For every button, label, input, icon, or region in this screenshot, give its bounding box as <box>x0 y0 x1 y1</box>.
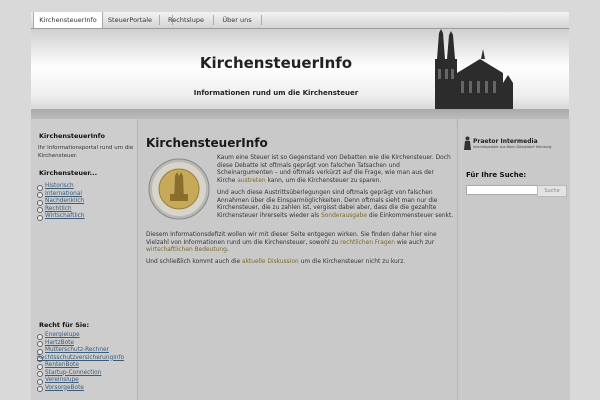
topic-link-rechtlich[interactable]: Rechtlich <box>45 206 72 212</box>
topic-link-nachdenklich[interactable]: Nachdenklich <box>45 198 84 204</box>
paragraph-austritt: Und auch diese Austrittsüberlegungen sin… <box>217 190 454 220</box>
text: die Einkommensteuer senkt. <box>368 212 454 219</box>
list-item: RentenBote <box>37 362 124 370</box>
paragraph-intro: Kaum eine Steuer ist so Gegenstand von D… <box>217 155 454 185</box>
site-title[interactable]: KirchensteuerInfo <box>171 54 381 72</box>
tab-kirchensteuerinfo[interactable]: KirchensteuerInfo <box>33 12 103 28</box>
site-subtitle: Informationen rund um die Kirchensteuer <box>193 89 359 97</box>
topic-link-international[interactable]: International <box>45 191 82 197</box>
topic-link-wirtschaftlich[interactable]: Wirtschaftlich <box>45 213 85 219</box>
link-rechtliche-fragen[interactable]: rechtlichen Fragen <box>340 240 395 246</box>
nav-separator <box>261 15 262 25</box>
list-item: Rechtlich <box>37 206 85 213</box>
link-austreten[interactable]: austreten <box>237 178 265 184</box>
bullet-icon <box>37 386 43 392</box>
text: . <box>226 247 229 254</box>
page-wrapper: KirchensteuerInfo SteuerPortale Rechtslu… <box>31 12 570 400</box>
tab-ueber-uns[interactable]: Über uns <box>213 12 261 28</box>
text: kann, um die Kirchensteuer zu sparen. <box>267 177 382 184</box>
sidebar-topics-heading: Kirchensteuer... <box>39 169 98 177</box>
list-item: Mutterschutz-Rechner <box>37 347 124 355</box>
main-title: KirchensteuerInfo <box>146 136 268 150</box>
law-link-hartzbote[interactable]: HartzBote <box>45 340 74 346</box>
law-link-vereinslupe[interactable]: Vereinslupe <box>45 377 79 383</box>
link-aktuelle-diskussion[interactable]: aktuelle Diskussion <box>242 259 299 265</box>
list-item: VorsorgeBote <box>37 385 124 392</box>
search-input[interactable] <box>466 185 538 195</box>
header-band <box>31 109 569 119</box>
law-link-rechtsschutz[interactable]: Rechtsschutzversicherunginfo <box>37 355 124 361</box>
text: um die Kirchensteuer nicht zu kurz. <box>300 259 406 265</box>
search-button[interactable]: Suche <box>537 185 567 197</box>
main-content: KirchensteuerInfo Kaum eine Steuer ist s… <box>138 119 456 400</box>
law-links-list: Energielupe HartzBote Mutterschutz-Rechn… <box>37 332 124 392</box>
topic-link-historisch[interactable]: Historisch <box>45 183 74 189</box>
sidebar-law-heading: Recht für Sie: <box>39 321 90 329</box>
sidebar-about-text: Ihr Informationsportal rund um die Kirch… <box>38 145 134 159</box>
list-item: Energielupe <box>37 332 124 340</box>
search-heading: Für Ihre Suche: <box>466 171 527 179</box>
law-link-rentenbote[interactable]: RentenBote <box>45 362 79 368</box>
paragraph-informationsdefizit: Diesem Informationsdefizit wollen wir mi… <box>146 232 454 255</box>
tab-steuerportale[interactable]: SteuerPortale <box>101 12 159 28</box>
list-item: Rechtsschutzversicherunginfo <box>37 355 124 363</box>
topics-list: Historisch International Nachdenklich Re… <box>37 183 85 221</box>
sponsor-subtitle: Internetportale aus Bonn Düsseldorf Hamb… <box>473 145 552 149</box>
list-item: Startup-Connection <box>37 370 124 377</box>
link-wirtschaftliche-bedeutung[interactable]: wirtschaftlichen Bedeutung <box>146 247 227 253</box>
paragraph-diskussion: Und schließlich kommt auch die aktuelle … <box>146 259 454 267</box>
law-link-vorsorgebote[interactable]: VorsorgeBote <box>45 385 84 391</box>
praetor-logo-icon <box>464 136 471 150</box>
bullet-icon <box>37 214 43 221</box>
sidebar-about-heading: KirchensteuerInfo <box>39 132 105 140</box>
list-item: Nachdenklich <box>37 198 85 206</box>
law-link-mutterschutz[interactable]: Mutterschutz-Rechner <box>45 347 109 353</box>
list-item: Vereinslupe <box>37 377 124 385</box>
link-sonderausgabe[interactable]: Sonderausgabe <box>321 213 367 219</box>
top-navigation: KirchensteuerInfo SteuerPortale Rechtslu… <box>31 12 569 29</box>
text: Und schließlich kommt auch die <box>146 259 241 265</box>
left-sidebar: KirchensteuerInfo Ihr Informationsportal… <box>31 119 138 400</box>
list-item: Historisch <box>37 183 85 191</box>
list-item: HartzBote <box>37 340 124 347</box>
law-link-startup[interactable]: Startup-Connection <box>45 370 101 376</box>
right-sidebar: Praetor Intermedia Internetportale aus B… <box>457 119 570 400</box>
law-link-energielupe[interactable]: Energielupe <box>45 332 80 338</box>
text: wie auch zur <box>396 239 435 246</box>
list-item: Wirtschaftlich <box>37 213 85 221</box>
list-item: International <box>37 191 85 198</box>
euro-coin-image <box>148 158 210 220</box>
sponsor-name[interactable]: Praetor Intermedia <box>473 138 538 145</box>
tab-rechtslupe[interactable]: Rechtslupe <box>159 12 213 28</box>
